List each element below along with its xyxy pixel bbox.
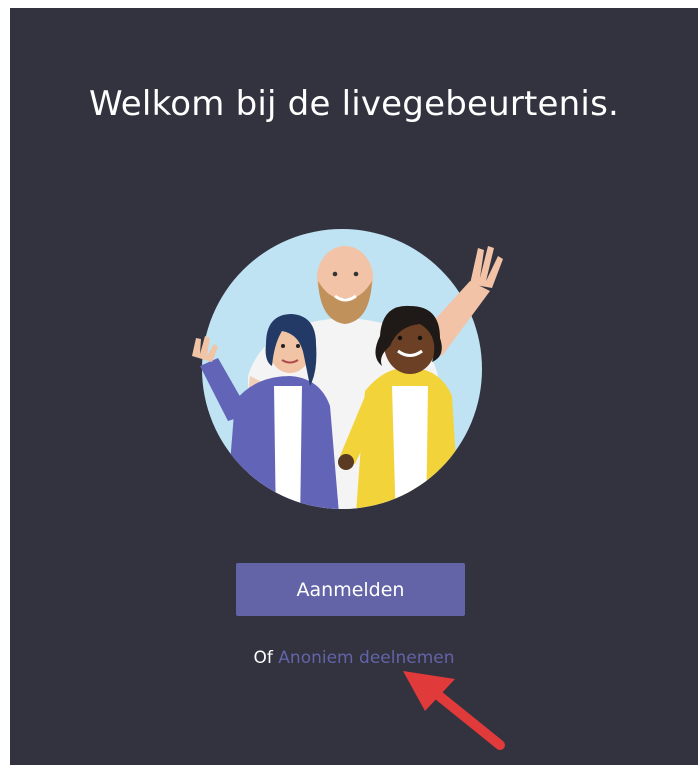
waving-people-illustration	[192, 229, 503, 509]
anonymous-join-row: Of Anoniem deelnemen	[10, 648, 698, 668]
red-arrow-icon	[403, 671, 505, 750]
join-dialog: Welkom bij de livegebeurtenis. Aanmelden…	[10, 8, 698, 765]
sign-in-button[interactable]: Aanmelden	[236, 563, 465, 616]
welcome-title: Welkom bij de livegebeurtenis.	[88, 84, 619, 124]
alt-prefix-text: Of	[253, 648, 273, 668]
